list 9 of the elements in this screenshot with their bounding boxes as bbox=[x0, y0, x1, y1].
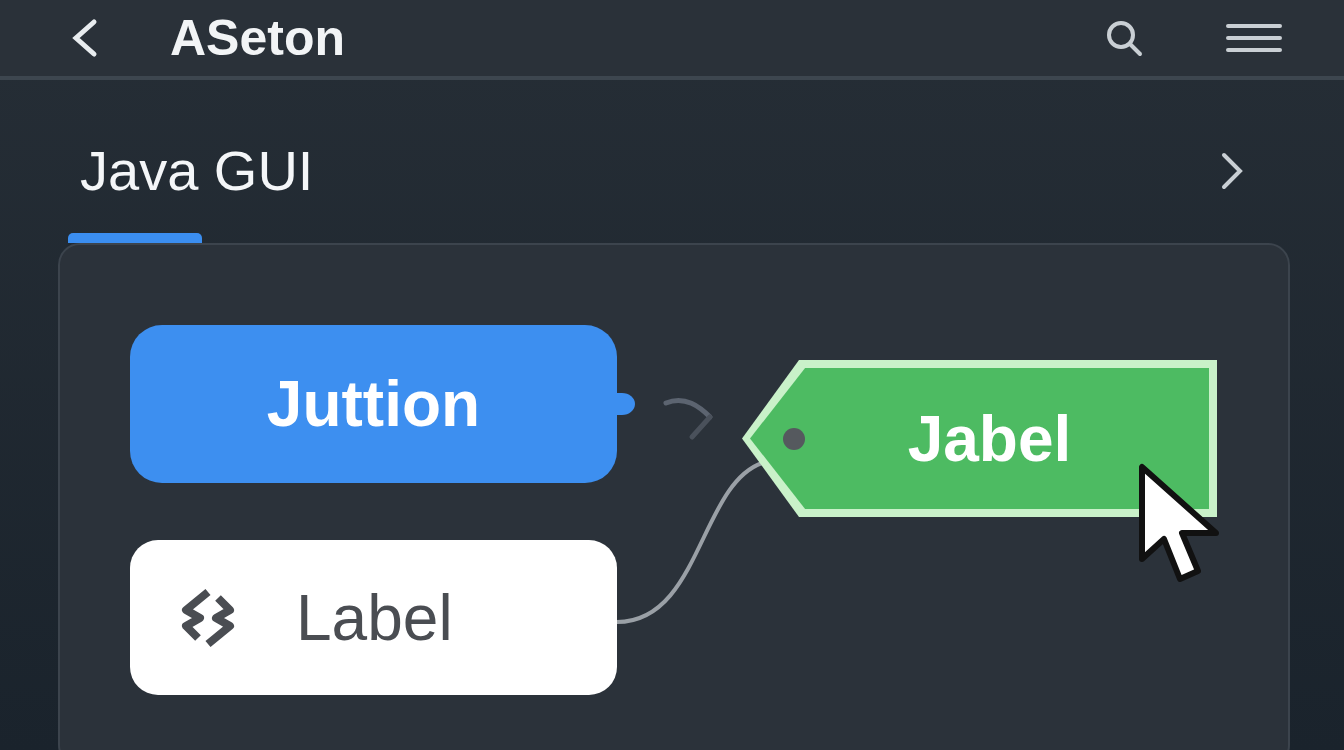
curved-arrow-icon bbox=[663, 397, 713, 440]
chevron-right-icon[interactable] bbox=[1220, 150, 1244, 191]
bubble-button[interactable]: Juttion bbox=[130, 325, 617, 483]
page-title: ASeton bbox=[170, 9, 345, 67]
tag-hole-icon bbox=[782, 427, 806, 451]
label-chip[interactable]: Label bbox=[130, 540, 617, 695]
tag-button[interactable]: Jabel bbox=[742, 360, 1217, 517]
search-icon[interactable] bbox=[1104, 18, 1144, 58]
section-title: Java GUI bbox=[80, 138, 315, 203]
